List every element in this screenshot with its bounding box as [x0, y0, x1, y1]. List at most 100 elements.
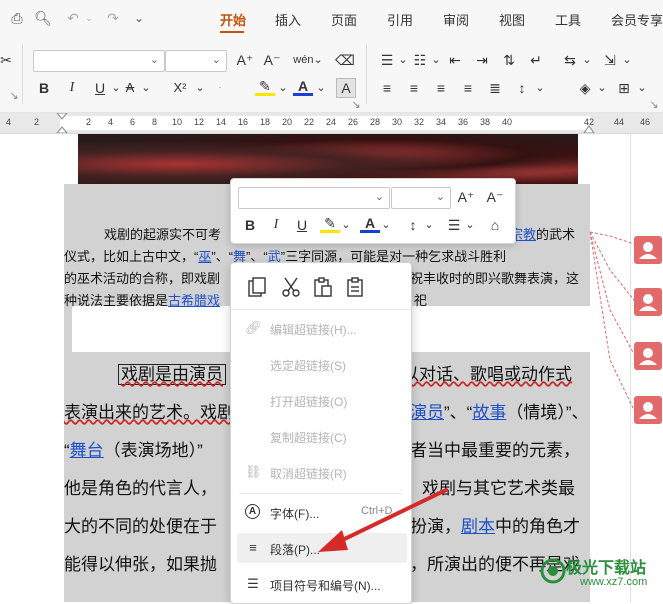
superscript-dropdown-icon[interactable]: ⌄ [190, 78, 210, 98]
paragraph-dialog-launcher-icon[interactable]: ↘ [644, 95, 663, 115]
mini-font-size-select[interactable]: ⌄ [391, 187, 451, 209]
paste-icon[interactable] [311, 275, 335, 299]
tab-home[interactable]: 开始 [220, 10, 246, 29]
show-marks-dropdown-icon[interactable]: ⌄ [617, 50, 637, 70]
align-right-icon[interactable]: ≡ [431, 78, 451, 98]
grow-font-icon[interactable]: A⁺ [235, 50, 255, 70]
line-spacing-icon[interactable]: ↕ [512, 78, 532, 98]
mini-grow-font-button[interactable]: A⁺ [456, 187, 476, 207]
menu-item-label: 段落(P)... [270, 543, 320, 557]
right-indent-marker-icon[interactable] [582, 123, 596, 133]
font-dialog-launcher-icon[interactable]: ↘ [346, 95, 366, 115]
superscript-button[interactable]: X² [170, 78, 190, 98]
mini-underline-button[interactable]: U [292, 215, 312, 235]
hyperlink[interactable]: 古希腊戏 [168, 293, 220, 308]
text-direction-dropdown-icon[interactable]: ⌄ [577, 50, 597, 70]
ruler-number: 16 [238, 117, 249, 127]
tab-insert[interactable]: 插入 [275, 10, 301, 29]
line-break-icon[interactable]: ↵ [526, 50, 546, 70]
text-run: 以对话、歌唱或动作式 [402, 365, 572, 384]
text-run: （表演场地）” [103, 441, 203, 460]
font-size-select[interactable]: ⌄ [165, 50, 227, 72]
comment-avatar-icon[interactable] [634, 342, 662, 370]
hyperlink[interactable]: 巫 [198, 249, 211, 264]
highlight-dropdown-icon[interactable]: ⌄ [273, 78, 293, 98]
menu-item-font[interactable]: A 字体(F)... Ctrl+D [231, 497, 411, 527]
menu-item-copy-hyperlink[interactable]: 复制超链接(C) [231, 421, 411, 451]
phonetic-guide-icon[interactable]: wén⌄ [293, 50, 323, 70]
menu-item-open-hyperlink[interactable]: 打开超链接(O) [231, 385, 411, 415]
tab-review[interactable]: 审阅 [443, 10, 469, 29]
sort-icon[interactable]: ⇅ [499, 50, 519, 70]
bold-button[interactable]: B [34, 78, 54, 98]
tab-member[interactable]: 会员专享 [611, 10, 663, 29]
highlight-icon[interactable]: ✎ [255, 76, 275, 96]
redo-icon[interactable]: ↷ [104, 9, 122, 27]
ribbon: ✂ ↘ ⌄ ⌄ A⁺ A⁻ wén⌄ ⌫ B I U ⌄ A ⌄ X² ⌄ · … [0, 36, 663, 113]
tab-page[interactable]: 页面 [331, 10, 357, 29]
mini-shrink-font-button[interactable]: A⁻ [485, 187, 505, 207]
paste-special-icon[interactable] [343, 275, 367, 299]
hyperlink[interactable]: 演员 [410, 403, 444, 422]
mini-align-dropdown-icon[interactable]: ⌄ [460, 215, 480, 235]
align-center-icon[interactable]: ≡ [404, 78, 424, 98]
mini-bold-button[interactable]: B [240, 215, 260, 235]
increase-indent-icon[interactable]: ⇥ [472, 50, 492, 70]
comment-avatar-icon[interactable] [634, 396, 662, 424]
more-chevron-icon[interactable]: ⌄ [130, 9, 148, 27]
mini-highlight-dropdown-icon[interactable]: ⌄ [336, 215, 356, 235]
comment-avatar-icon[interactable] [634, 236, 662, 264]
text-run: 祝丰收时的即兴歌舞表演，这 [410, 271, 580, 286]
italic-button[interactable]: I [62, 78, 82, 98]
clear-format-icon[interactable]: ⌫ [335, 50, 355, 70]
menu-item-label: 编辑超链接(H)... [270, 323, 357, 337]
format-painter-icon[interactable]: ↘ [4, 86, 24, 106]
hyperlink[interactable]: 舞台 [70, 441, 104, 460]
menu-item-label: 选定超链接(S) [270, 359, 346, 373]
ruler-number: 46 [640, 117, 651, 127]
link-edit-icon: 🔗︎ [245, 320, 262, 335]
mini-format-painter-icon[interactable]: ⌂ [485, 215, 505, 235]
print-preview-icon[interactable]: 🔍︎ [34, 9, 52, 27]
indent-marker-icon[interactable] [55, 113, 69, 133]
line-spacing-dropdown-icon[interactable]: ⌄ [530, 78, 550, 98]
mini-font-family-select[interactable]: ⌄ [238, 187, 390, 209]
menu-item-bullets-numbering[interactable]: ☰ 项目符号和编号(N)... [231, 569, 411, 599]
copy-icon[interactable] [245, 275, 269, 299]
font-color-icon[interactable]: A [293, 76, 313, 96]
comment-avatar-icon[interactable] [634, 288, 662, 316]
cut-icon[interactable] [279, 275, 303, 299]
shrink-font-icon[interactable]: A⁻ [262, 50, 282, 70]
horizontal-ruler[interactable]: 4 2 2 4 6 8 10 12 14 16 18 20 22 24 26 2… [0, 113, 663, 134]
hyperlink[interactable]: 剧本 [461, 517, 495, 536]
align-left-icon[interactable]: ≡ [377, 78, 397, 98]
undo-dropdown-icon[interactable]: ⌄ [80, 9, 98, 27]
strike-dropdown-icon[interactable]: ⌄ [136, 78, 156, 98]
mini-font-color-dropdown-icon[interactable]: ⌄ [376, 215, 396, 235]
shading-dropdown-icon[interactable]: ⌄ [592, 78, 612, 98]
hyperlink[interactable]: 故事 [472, 403, 506, 422]
menu-item-select-hyperlink[interactable]: 选定超链接(S) [231, 349, 411, 379]
tab-reference[interactable]: 引用 [387, 10, 413, 29]
floating-mini-toolbar: ⌄ ⌄ A⁺ A⁻ B I U ✎ ⌄ A ⌄ ↕ ⌄ ☰ ⌄ ⌂ [230, 178, 516, 244]
text-run: 戏剧是由演员 [118, 364, 226, 385]
menu-item-shortcut: Ctrl+D [361, 505, 393, 517]
font-color-dropdown-icon[interactable]: ⌄ [311, 78, 331, 98]
tab-view[interactable]: 视图 [499, 10, 525, 29]
print-icon[interactable]: ⎙ [8, 9, 26, 27]
numbering-dropdown-icon[interactable]: ⌄ [426, 50, 446, 70]
mini-line-spacing-dropdown-icon[interactable]: ⌄ [419, 215, 439, 235]
borders-icon[interactable]: ⊞ [614, 78, 634, 98]
distribute-icon[interactable]: ≣ [485, 78, 505, 98]
menu-item-remove-hyperlink[interactable]: ⛓︎ 取消超链接(R) [231, 457, 411, 487]
font-family-select[interactable]: ⌄ [33, 50, 165, 72]
cut-icon[interactable]: ✂ [0, 50, 16, 70]
mini-italic-button[interactable]: I [266, 215, 286, 235]
menu-item-edit-hyperlink[interactable]: 🔗︎ 编辑超链接(H)... [231, 313, 411, 343]
decrease-indent-icon[interactable]: ⇤ [445, 50, 465, 70]
justify-icon[interactable]: ≡ [458, 78, 478, 98]
ruler-number: 40 [502, 117, 513, 127]
tab-tools[interactable]: 工具 [555, 10, 581, 29]
paragraph-icon: ≡ [249, 540, 257, 555]
menu-item-paragraph[interactable]: ≡ 段落(P)... [237, 533, 407, 563]
